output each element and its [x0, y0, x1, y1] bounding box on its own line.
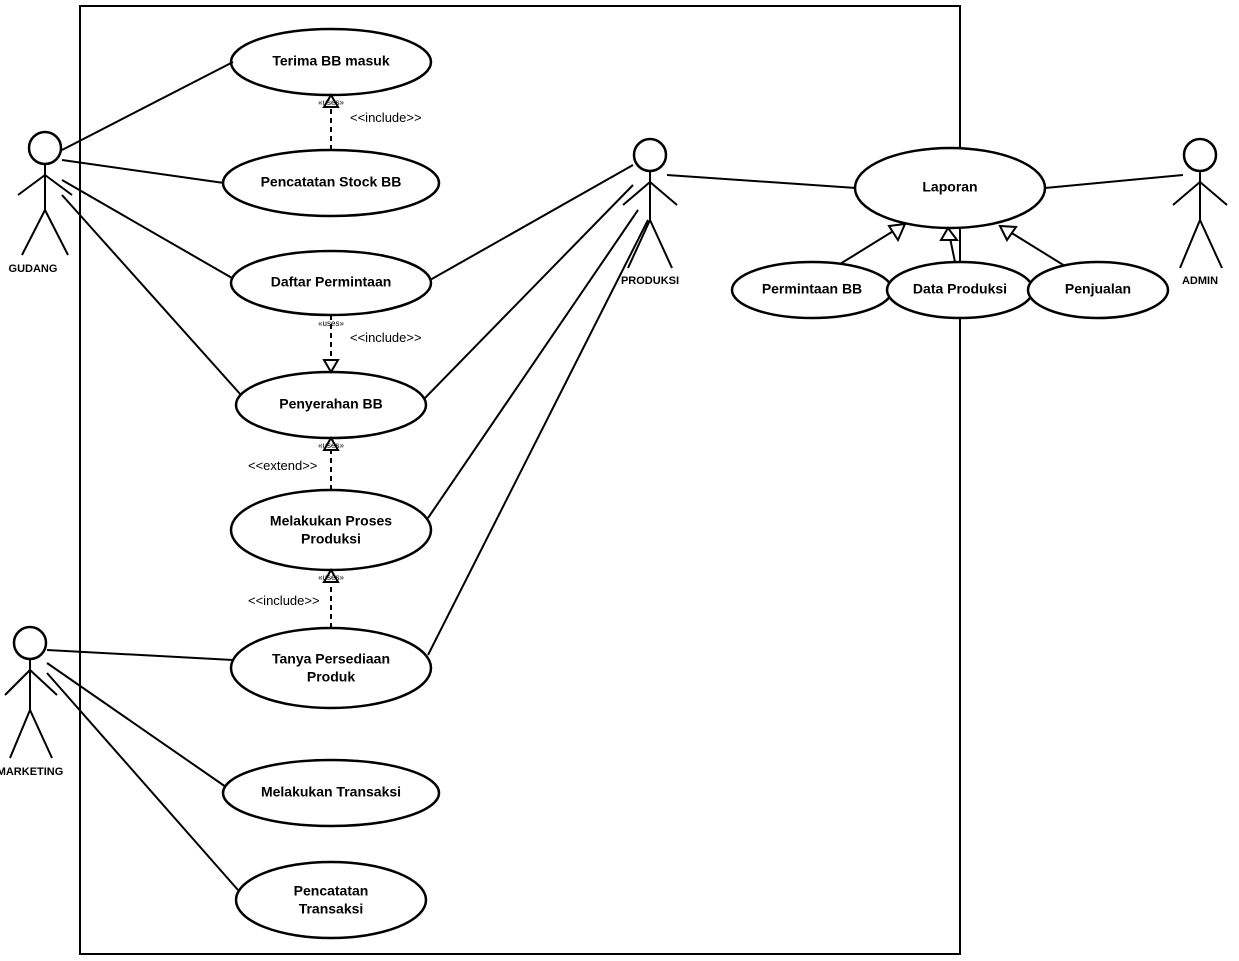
svg-text:Transaksi: Transaksi [299, 901, 364, 917]
svg-text:Permintaan BB: Permintaan BB [762, 281, 862, 297]
assoc-marketing-transaksi [47, 663, 226, 787]
svg-text:«uses»: «uses» [318, 319, 344, 328]
svg-text:Tanya Persediaan: Tanya Persediaan [272, 651, 390, 667]
usecase-pencatatan-stock-bb: Pencatatan Stock BB [223, 150, 439, 216]
actor-marketing-label: MARKETING [0, 766, 63, 778]
gen-data-laporan [950, 238, 955, 262]
actor-produksi: PRODUKSI [621, 139, 679, 287]
svg-text:Terima BB masuk: Terima BB masuk [272, 53, 389, 69]
assoc-produksi-penyerahan [425, 185, 633, 398]
svg-text:Melakukan Proses: Melakukan Proses [270, 513, 392, 529]
assoc-gudang-terima [62, 62, 233, 150]
assoc-marketing-pencatatan [47, 673, 238, 890]
include-label: <<include>> [350, 110, 422, 125]
actor-gudang: GUDANG [9, 132, 72, 275]
svg-text:Produksi: Produksi [301, 531, 361, 547]
assoc-produksi-tanya [428, 220, 648, 655]
usecase-laporan: Laporan [855, 148, 1045, 228]
usecase-penjualan: Penjualan [1028, 262, 1168, 318]
usecase-terima-bb-masuk: Terima BB masuk [231, 29, 431, 95]
usecase-tanya-persediaan-produk: Tanya Persediaan Produk [231, 628, 431, 708]
svg-text:Daftar Permintaan: Daftar Permintaan [271, 274, 392, 290]
svg-text:Penjualan: Penjualan [1065, 281, 1131, 297]
usecase-daftar-permintaan: Daftar Permintaan [231, 251, 431, 315]
system-boundary [80, 6, 960, 954]
usecase-pencatatan-transaksi: Pencatatan Transaksi [236, 862, 426, 938]
assoc-marketing-tanya [47, 650, 233, 660]
svg-text:«uses»: «uses» [318, 98, 344, 107]
extend-label: <<extend>> [248, 458, 317, 473]
include-label: <<include>> [350, 330, 422, 345]
usecase-melakukan-proses-produksi: Melakukan Proses Produksi [231, 490, 431, 570]
svg-text:Produk: Produk [307, 669, 355, 685]
svg-text:Laporan: Laporan [922, 179, 977, 195]
arrowhead-icon [324, 360, 338, 372]
triangle-icon [941, 228, 957, 240]
assoc-produksi-laporan [667, 175, 856, 188]
usecase-diagram: GUDANG PRODUKSI MARKETING ADMIN Terima B… [0, 0, 1239, 961]
assoc-gudang-stock [62, 160, 224, 183]
svg-text:Pencatatan: Pencatatan [294, 883, 369, 899]
triangle-icon [1000, 226, 1016, 240]
assoc-gudang-daftar [62, 180, 232, 278]
gen-permintaan-laporan [840, 230, 895, 264]
svg-text:Melakukan Transaksi: Melakukan Transaksi [261, 784, 401, 800]
assoc-admin-laporan [1045, 175, 1183, 188]
gen-penjualan-laporan [1010, 232, 1065, 266]
include-label: <<include>> [248, 593, 320, 608]
usecase-melakukan-transaksi: Melakukan Transaksi [223, 760, 439, 826]
usecase-penyerahan-bb: Penyerahan BB [236, 372, 426, 438]
actor-admin: ADMIN [1173, 139, 1227, 287]
actor-admin-label: ADMIN [1182, 275, 1218, 287]
actor-gudang-label: GUDANG [9, 263, 58, 275]
svg-text:Pencatatan Stock BB: Pencatatan Stock BB [261, 174, 402, 190]
usecase-permintaan-bb: Permintaan BB [732, 262, 892, 318]
assoc-gudang-penyerahan [62, 195, 241, 395]
svg-text:«uses»: «uses» [318, 441, 344, 450]
svg-text:Data Produksi: Data Produksi [913, 281, 1007, 297]
usecase-data-produksi: Data Produksi [887, 262, 1033, 318]
svg-text:Penyerahan BB: Penyerahan BB [279, 396, 382, 412]
actor-produksi-label: PRODUKSI [621, 275, 679, 287]
svg-text:«uses»: «uses» [318, 573, 344, 582]
